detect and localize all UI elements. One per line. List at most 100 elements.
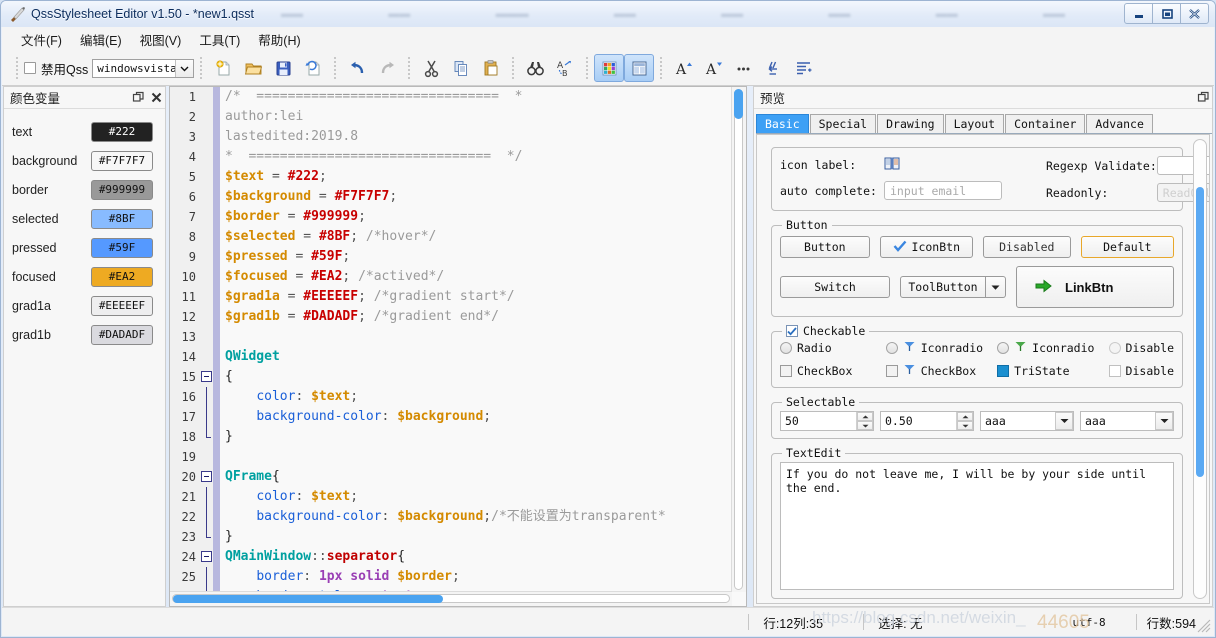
tab-advance[interactable]: Advance <box>1086 114 1153 133</box>
code-line[interactable]: 21 color: $text; <box>170 487 732 507</box>
code-text[interactable] <box>220 447 732 467</box>
code-text[interactable]: border: 1px solid $border; <box>220 567 732 587</box>
fold-marker[interactable] <box>200 247 213 267</box>
maximize-button[interactable] <box>1152 3 1181 24</box>
tab-basic[interactable]: Basic <box>756 114 809 133</box>
preview-vertical-scrollbar[interactable] <box>1193 139 1207 599</box>
menu-file[interactable]: 文件(F) <box>12 27 71 52</box>
open-file-button[interactable] <box>238 54 268 82</box>
code-text[interactable]: $border = #999999; <box>220 207 732 227</box>
code-line[interactable]: 16 color: $text; <box>170 387 732 407</box>
radio-iconradio-green[interactable]: Iconradio <box>997 340 1108 356</box>
code-text[interactable] <box>220 327 732 347</box>
scrollbar-thumb[interactable] <box>1196 187 1204 477</box>
code-line[interactable]: 23} <box>170 527 732 547</box>
list-item[interactable]: text #222 <box>4 117 165 146</box>
code-text[interactable]: $grad1a = #EEEEEF; /*gradient start*/ <box>220 287 732 307</box>
redo-button[interactable] <box>372 54 402 82</box>
chevron-down-icon[interactable] <box>175 59 194 77</box>
fold-marker[interactable] <box>200 327 213 347</box>
preview-linkbtn[interactable]: LinkBtn <box>1016 266 1174 308</box>
fold-marker[interactable] <box>200 447 213 467</box>
code-text[interactable]: /* =============================== * <box>220 87 732 107</box>
code-line[interactable]: 11 $grad1a = #EEEEEF; /*gradient start*/ <box>170 287 732 307</box>
resize-grip[interactable] <box>1197 619 1211 633</box>
spinbox-double[interactable]: 0.50 <box>880 411 974 431</box>
code-text[interactable]: author:lei <box>220 107 732 127</box>
fold-marker[interactable] <box>200 187 213 207</box>
menu-edit[interactable]: 编辑(E) <box>71 27 131 52</box>
fold-marker[interactable] <box>200 507 213 527</box>
float-icon[interactable] <box>1194 89 1212 107</box>
code-text[interactable]: background-color: $background;/*不能设置为tra… <box>220 507 732 527</box>
fold-marker[interactable] <box>200 547 213 567</box>
indent-button[interactable] <box>788 54 818 82</box>
list-item[interactable]: background #F7F7F7 <box>4 146 165 175</box>
code-line[interactable]: 2 author:lei <box>170 107 732 127</box>
list-item[interactable]: grad1a #EEEEEF <box>4 291 165 320</box>
code-line[interactable]: 8 $selected = #8BF; /*hover*/ <box>170 227 732 247</box>
checkbox-indicator[interactable] <box>997 365 1010 377</box>
color-swatch[interactable]: #59F <box>91 237 153 258</box>
float-icon[interactable] <box>129 89 147 107</box>
scrollbar-thumb[interactable] <box>173 595 443 603</box>
code-text[interactable]: QWidget <box>220 347 732 367</box>
color-swatch[interactable]: #EA2 <box>91 266 153 287</box>
code-text[interactable]: * =============================== */ <box>220 147 732 167</box>
new-file-button[interactable] <box>208 54 238 82</box>
code-line[interactable]: 22 background-color: $background;/*不能设置为… <box>170 507 732 527</box>
menu-view[interactable]: 视图(V) <box>131 27 191 52</box>
fold-marker[interactable] <box>200 167 213 187</box>
chevron-down-icon[interactable] <box>1055 412 1073 430</box>
fold-marker[interactable] <box>200 127 213 147</box>
menu-tools[interactable]: 工具(T) <box>190 27 249 52</box>
fold-marker[interactable] <box>200 487 213 507</box>
code-line[interactable]: 1 /* =============================== * <box>170 87 732 107</box>
chevron-down-icon[interactable] <box>986 276 1006 298</box>
code-text[interactable]: $selected = #8BF; /*hover*/ <box>220 227 732 247</box>
checkbox-icon[interactable]: CheckBox <box>885 363 997 379</box>
spin-down-icon[interactable] <box>857 421 873 430</box>
code-text[interactable]: $focused = #EA2; /*actived*/ <box>220 267 732 287</box>
fold-marker[interactable] <box>200 87 213 107</box>
font-increase-button[interactable]: A <box>668 54 698 82</box>
fold-marker[interactable] <box>200 307 213 327</box>
fold-marker[interactable] <box>200 387 213 407</box>
replace-button[interactable]: A B <box>550 54 580 82</box>
minimize-button[interactable] <box>1124 3 1153 24</box>
paste-button[interactable] <box>476 54 506 82</box>
checkbox-plain[interactable]: CheckBox <box>780 364 886 378</box>
color-swatch[interactable]: #222 <box>91 121 153 142</box>
checkbox-indicator[interactable] <box>780 365 792 377</box>
preview-iconbtn[interactable]: IconBtn <box>879 236 973 258</box>
copy-button[interactable] <box>446 54 476 82</box>
save-as-button[interactable] <box>298 54 328 82</box>
fold-marker[interactable] <box>200 287 213 307</box>
radio-indicator[interactable] <box>885 342 898 354</box>
code-line[interactable]: 5 $text = #222; <box>170 167 732 187</box>
color-palette-button[interactable] <box>594 54 625 82</box>
list-item[interactable]: selected #8BF <box>4 204 165 233</box>
code-text-area[interactable]: 1 /* =============================== * 2 au… <box>170 87 732 592</box>
code-line[interactable]: 15 { <box>170 367 732 387</box>
code-line[interactable]: 24 QMainWindow::separator{ <box>170 547 732 567</box>
checkbox-indicator[interactable] <box>885 365 898 377</box>
find-button[interactable] <box>520 54 550 82</box>
tab-layout[interactable]: Layout <box>944 114 1005 133</box>
combo-aaa-2[interactable]: aaa <box>1080 411 1174 431</box>
code-line[interactable]: 9 $pressed = #59F; <box>170 247 732 267</box>
tab-special[interactable]: Special <box>809 114 877 133</box>
spinbox-buttons[interactable] <box>856 412 873 430</box>
spinbox-int[interactable]: 50 <box>780 411 874 431</box>
radio-plain[interactable]: Radio <box>780 341 886 355</box>
color-swatch[interactable]: #999999 <box>91 179 153 200</box>
menu-help[interactable]: 帮助(H) <box>249 27 309 52</box>
code-line[interactable]: 13 <box>170 327 732 347</box>
radio-iconradio-blue[interactable]: Iconradio <box>885 340 997 356</box>
spin-up-icon[interactable] <box>857 412 873 421</box>
fold-marker[interactable] <box>200 567 213 587</box>
code-line[interactable]: 4 * =============================== */ <box>170 147 732 167</box>
color-swatch[interactable]: #EEEEEF <box>91 295 153 316</box>
disable-qss-box[interactable] <box>24 62 36 74</box>
code-text[interactable]: $background = #F7F7F7; <box>220 187 732 207</box>
